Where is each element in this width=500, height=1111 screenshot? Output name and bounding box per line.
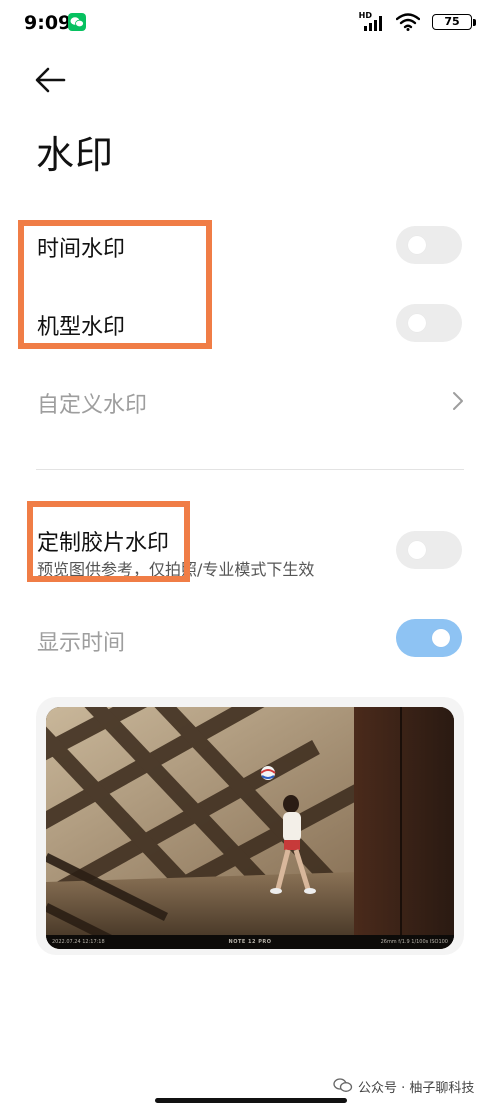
highlight-box <box>18 220 212 349</box>
wechat-icon <box>68 13 86 31</box>
photo-watermark-bar: 2022.07.24 12:17:18 NOTE 12 PRO 26mm f/1… <box>46 935 454 949</box>
custom-watermark-label[interactable]: 自定义水印 <box>37 387 147 419</box>
back-button[interactable] <box>30 60 74 100</box>
preview-photo: 2022.07.24 12:17:18 NOTE 12 PRO 26mm f/1… <box>46 707 454 949</box>
photo-specs: 26mm f/1.9 1/100s ISO100 <box>380 939 448 945</box>
source-watermark: 公众号 · 柚子聊科技 <box>358 1081 475 1096</box>
divider <box>36 469 464 470</box>
time-watermark-toggle[interactable] <box>396 226 462 264</box>
show-time-label: 显示时间 <box>37 631 126 656</box>
status-bar: 9:09 HD 75 <box>0 0 500 50</box>
home-indicator[interactable] <box>155 1098 347 1103</box>
status-time: 9:09 <box>24 12 72 34</box>
wechat-public-icon <box>333 1077 353 1093</box>
chevron-right-icon[interactable] <box>449 389 467 413</box>
model-watermark-toggle[interactable] <box>396 304 462 342</box>
highlight-box <box>27 501 190 582</box>
battery-level: 75 <box>444 15 460 28</box>
signal-icon <box>364 15 386 35</box>
page-title: 水印 <box>36 133 115 177</box>
film-watermark-toggle[interactable] <box>396 531 462 569</box>
battery-icon: 75 <box>432 14 478 32</box>
arrow-left-icon <box>35 67 66 93</box>
wifi-icon <box>395 13 421 35</box>
show-time-toggle[interactable] <box>396 619 462 657</box>
